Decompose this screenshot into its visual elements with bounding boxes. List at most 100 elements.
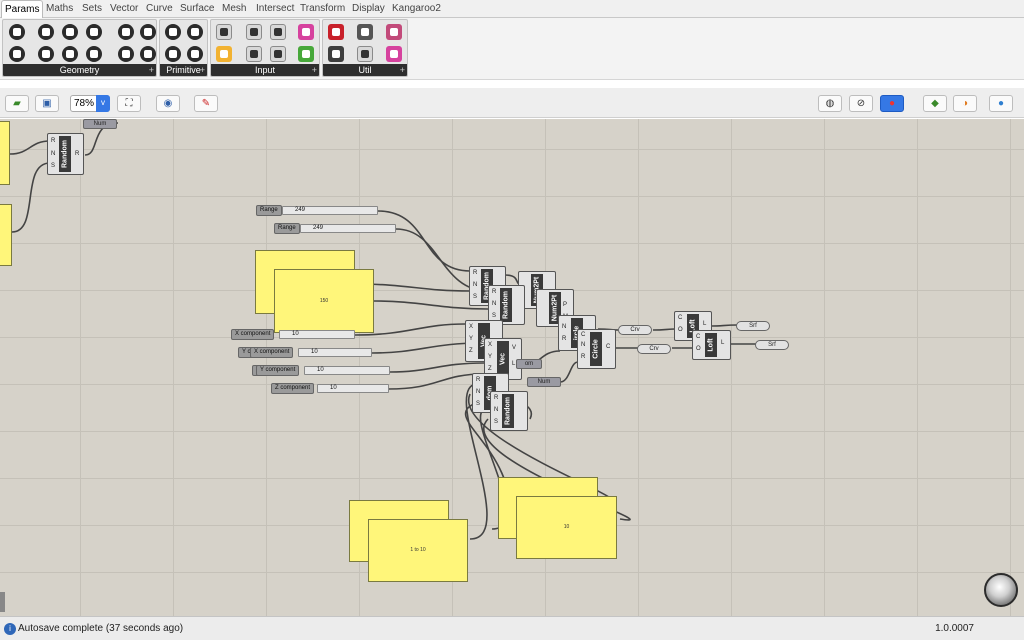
yellow-panel[interactable]	[0, 121, 10, 185]
surface-param-icon[interactable]	[61, 45, 79, 63]
slider-icon[interactable]	[269, 45, 287, 63]
save-button[interactable]: ▣	[35, 95, 59, 112]
grasshopper-canvas[interactable]: R N S Random R Num Range 249 Range 249 1…	[0, 119, 1024, 616]
y-component-slider[interactable]: Y component 10	[256, 365, 390, 376]
panel-expand-icon[interactable]: +	[200, 64, 205, 76]
slider-track[interactable]: 10	[298, 348, 372, 357]
circle-component[interactable]: C N R Circle C	[577, 329, 616, 369]
canvas-scroll-handle[interactable]	[0, 592, 5, 612]
tree-icon[interactable]	[327, 45, 345, 63]
random-component[interactable]: R N S Random R	[47, 133, 84, 175]
preview-toggle-button[interactable]: ◉	[156, 95, 180, 112]
button-icon[interactable]	[245, 45, 263, 63]
z-component-slider[interactable]: Z component 10	[271, 383, 389, 394]
domain-param-icon[interactable]	[164, 45, 182, 63]
zoom-select[interactable]: 78% v	[70, 95, 110, 112]
yellow-panel-1-to-10[interactable]: 1 to 10	[368, 519, 468, 582]
tab-vector[interactable]: Vector	[110, 2, 138, 17]
num-param[interactable]: om	[516, 359, 542, 369]
color-swatch-icon[interactable]	[297, 45, 315, 63]
gradient-icon[interactable]	[297, 23, 315, 41]
panel-icon[interactable]	[215, 45, 233, 63]
random-component[interactable]: R N S Random	[490, 391, 528, 431]
tab-surface[interactable]: Surface	[180, 2, 214, 17]
cherry-icon[interactable]	[327, 23, 345, 41]
line-param-icon[interactable]	[8, 45, 26, 63]
chevron-down-icon[interactable]: v	[96, 95, 110, 112]
calculator-icon[interactable]	[245, 23, 263, 41]
x-component-slider[interactable]: X component 10	[231, 329, 355, 340]
navigation-wheel-icon[interactable]	[984, 573, 1018, 607]
slider-label: Y component	[256, 365, 300, 376]
tab-params[interactable]: Params	[1, 0, 44, 18]
sketch-button[interactable]: ✎	[194, 95, 218, 112]
srf-param[interactable]: Srf	[755, 340, 789, 350]
x-component-slider[interactable]: X component 10	[250, 347, 372, 358]
panel-text: 1 to 10	[410, 547, 426, 554]
slider-track[interactable]: 10	[279, 330, 355, 339]
open-file-button[interactable]: ▰	[5, 95, 29, 112]
yellow-panel-150[interactable]: 150	[274, 269, 374, 333]
pin-s: S	[473, 294, 478, 300]
slider-track[interactable]: 10	[317, 384, 389, 393]
tab-mesh[interactable]: Mesh	[222, 2, 246, 17]
crv-param[interactable]: Crv	[637, 344, 671, 354]
zoom-extents-button[interactable]: ⛶	[117, 95, 141, 112]
slider-track[interactable]: 249	[282, 206, 378, 215]
num-param[interactable]: Num	[83, 119, 117, 129]
brep-param-icon[interactable]	[117, 23, 135, 41]
atom-icon[interactable]	[385, 23, 403, 41]
point-param-icon[interactable]	[8, 23, 26, 41]
tab-kangaroo2[interactable]: Kangaroo2	[392, 2, 441, 17]
number-param-icon[interactable]	[164, 23, 182, 41]
panel-expand-icon[interactable]: +	[400, 64, 405, 76]
vector-param-icon[interactable]	[85, 45, 103, 63]
preview-wire-button[interactable]: ◍	[818, 95, 842, 112]
preview-shade-icon: ⊘	[856, 98, 866, 109]
material-preview-button[interactable]: ◑	[953, 95, 977, 112]
crv-param[interactable]: Crv	[618, 325, 652, 335]
field-param-icon[interactable]	[117, 45, 135, 63]
curve-param-icon[interactable]	[61, 23, 79, 41]
panel-expand-icon[interactable]: +	[312, 64, 317, 76]
mesh-param-icon[interactable]	[139, 23, 156, 41]
primitive-panel: Primitive +	[159, 19, 208, 77]
arrow-right-icon[interactable]	[356, 23, 374, 41]
random-component[interactable]: R N S Random	[488, 285, 525, 325]
component-core: Random	[502, 394, 514, 428]
tab-curve[interactable]: Curve	[146, 2, 173, 17]
tab-intersect[interactable]: Intersect	[256, 2, 294, 17]
tab-maths[interactable]: Maths	[46, 2, 73, 17]
circle-param-icon[interactable]	[37, 23, 55, 41]
range-slider[interactable]: Range 249	[274, 223, 396, 234]
value-list-icon[interactable]	[269, 23, 287, 41]
yellow-panel[interactable]	[0, 204, 12, 266]
group-param-icon[interactable]	[139, 45, 156, 63]
srf-param[interactable]: Srf	[736, 321, 770, 331]
zoom-value: 78%	[74, 98, 95, 109]
boolean-toggle-icon[interactable]	[215, 23, 233, 41]
integer-param-icon[interactable]	[186, 23, 204, 41]
plane-param-icon[interactable]	[37, 45, 55, 63]
tab-sets[interactable]: Sets	[82, 2, 102, 17]
preview-shade-button[interactable]: ⊘	[849, 95, 873, 112]
flask-icon[interactable]	[385, 45, 403, 63]
range-slider[interactable]: Range 249	[256, 205, 378, 216]
sphere-preview-button[interactable]: ●	[989, 95, 1013, 112]
arrow-outline-icon[interactable]	[356, 45, 374, 63]
slider-track[interactable]: 10	[304, 366, 390, 375]
slider-label: Z component	[271, 383, 315, 394]
panel-label: Util	[323, 64, 407, 76]
loft-component[interactable]: C O Loft L	[692, 330, 731, 360]
num-param[interactable]: Num	[527, 377, 561, 387]
solid-preview-button[interactable]: ◆	[923, 95, 947, 112]
panel-expand-icon[interactable]: +	[149, 64, 154, 76]
tab-transform[interactable]: Transform	[300, 2, 345, 17]
preview-selected-button[interactable]: ●	[880, 95, 904, 112]
pin-r: R	[476, 377, 481, 383]
text-param-icon[interactable]	[186, 45, 204, 63]
slider-track[interactable]: 249	[300, 224, 396, 233]
tab-display[interactable]: Display	[352, 2, 385, 17]
yellow-panel-10[interactable]: 10	[516, 496, 617, 559]
box-param-icon[interactable]	[85, 23, 103, 41]
